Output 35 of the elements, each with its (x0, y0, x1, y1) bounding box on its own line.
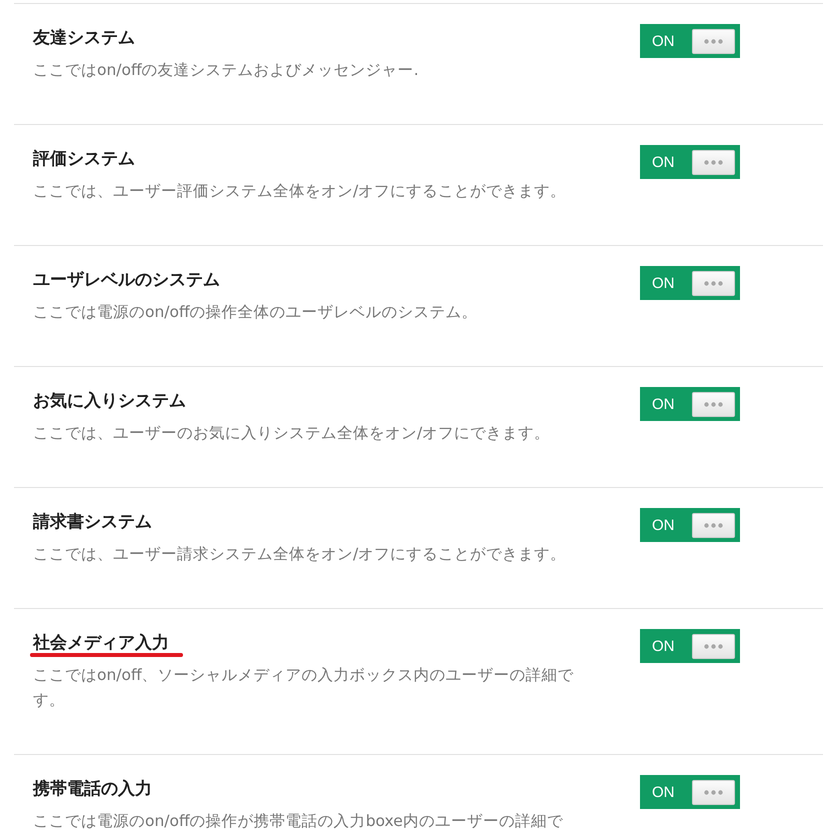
setting-description: ここでは、ユーザー請求システム全体をオン/オフにすることができます。 (33, 544, 568, 565)
setting-description: ここではon/offの友達システムおよびメッセンジャー. (33, 60, 420, 81)
dots-icon (704, 522, 723, 528)
toggle-switch[interactable]: ON (640, 387, 740, 421)
setting-description: ここでは、ユーザーのお気に入りシステム全体をオン/オフにできます。 (33, 423, 552, 444)
setting-title: 携帯電話の入力 (33, 778, 152, 800)
toggle-knob[interactable] (692, 270, 735, 296)
toggle-knob[interactable] (692, 780, 735, 804)
toggle-switch[interactable]: ON (640, 24, 740, 58)
toggle-switch[interactable]: ON (640, 775, 740, 809)
toggle-switch[interactable]: ON (640, 266, 740, 300)
toggle-knob[interactable] (692, 634, 735, 658)
dots-icon (704, 38, 723, 44)
setting-description: ここでは、ユーザー評価システム全体をオン/オフにすることができます。 (33, 181, 568, 202)
setting-description: ここでは電源のon/offの操作が携帯電話の入力boxe内のユーザーの詳細で (33, 811, 564, 830)
setting-description: ここでは電源のon/offの操作全体のユーザレベルのシステム。 (33, 302, 479, 323)
toggle-switch[interactable]: ON (640, 145, 740, 179)
setting-title: ユーザレベルのシステム (33, 269, 220, 291)
dots-icon (704, 644, 723, 648)
setting-title: 評価システム (33, 148, 135, 170)
toggle-knob[interactable] (692, 150, 735, 174)
setting-title: 社会メディア入力 (33, 632, 169, 654)
toggle-switch[interactable]: ON (640, 629, 740, 663)
dots-icon (704, 790, 723, 794)
setting-title: 請求書システム (33, 511, 152, 533)
toggle-knob[interactable] (692, 28, 735, 54)
toggle-knob[interactable] (692, 392, 735, 416)
dots-icon (704, 402, 723, 406)
setting-title: お気に入りシステム (33, 390, 186, 412)
dots-icon (704, 160, 723, 164)
setting-title: 友達システム (33, 27, 135, 49)
dots-icon (704, 280, 723, 286)
toggle-switch[interactable]: ON (640, 508, 740, 542)
toggle-knob[interactable] (692, 512, 735, 538)
setting-description: ここではon/off、ソーシャルメディアの入力ボックス内のユーザーの詳細です。 (33, 665, 575, 711)
